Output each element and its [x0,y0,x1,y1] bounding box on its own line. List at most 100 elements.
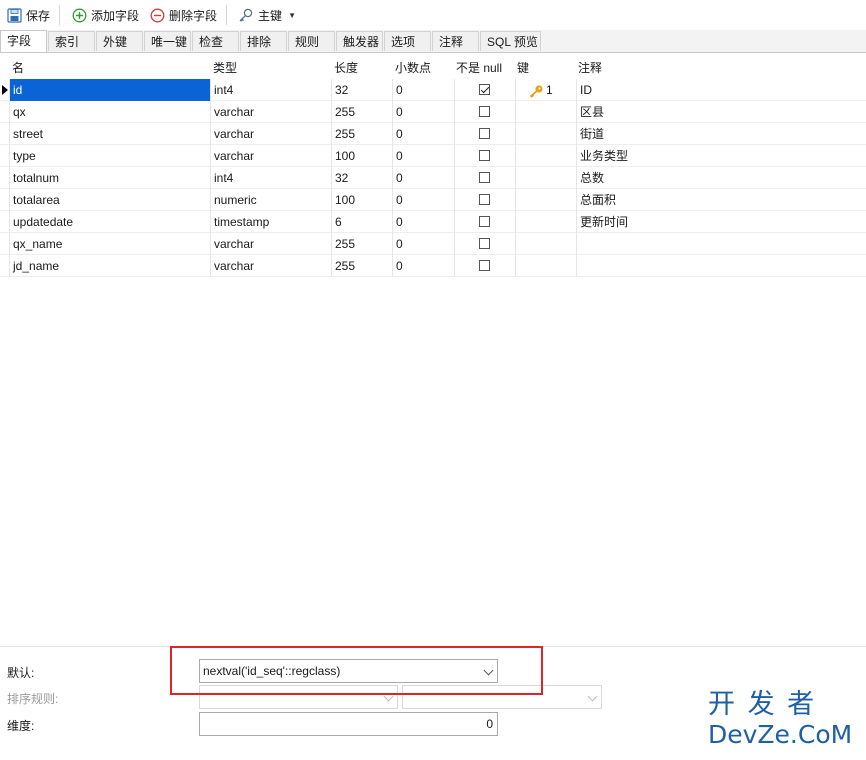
cell-key[interactable] [515,101,576,123]
not-null-checkbox[interactable] [479,238,490,249]
cell-type[interactable]: varchar [210,123,332,145]
not-null-checkbox[interactable] [479,106,490,117]
not-null-checkbox[interactable] [479,260,490,271]
table-row[interactable]: totalarea numeric 100 0 总面积 [0,189,866,211]
not-null-checkbox[interactable] [479,84,490,95]
cell-not-null[interactable] [454,79,515,101]
table-row[interactable]: jd_name varchar 255 0 [0,255,866,277]
cell-type[interactable]: int4 [210,79,332,101]
table-row[interactable]: totalnum int4 32 0 总数 [0,167,866,189]
column-header-decimals[interactable]: 小数点 [395,57,453,79]
cell-comment[interactable]: 总面积 [576,189,866,211]
tab-options[interactable]: 选项 [384,31,431,51]
chevron-down-icon[interactable]: ▼ [288,11,296,20]
table-row[interactable]: updatedate timestamp 6 0 更新时间 [0,211,866,233]
column-header-key[interactable]: 键 [517,57,575,79]
delete-field-button[interactable]: 删除字段 [145,3,221,27]
cell-name[interactable]: jd_name [9,255,210,277]
cell-decimals[interactable]: 0 [392,123,454,145]
column-header-length[interactable]: 长度 [334,57,392,79]
cell-comment[interactable]: ID [576,79,866,101]
cell-decimals[interactable]: 0 [392,189,454,211]
table-row[interactable]: street varchar 255 0 街道 [0,123,866,145]
chevron-down-icon[interactable] [587,691,598,702]
cell-decimals[interactable]: 0 [392,255,454,277]
table-row[interactable]: type varchar 100 0 业务类型 [0,145,866,167]
cell-key[interactable]: 1 [515,79,576,101]
cell-length[interactable]: 100 [331,189,392,211]
cell-not-null[interactable] [454,233,515,255]
cell-name[interactable]: type [9,145,210,167]
cell-decimals[interactable]: 0 [392,233,454,255]
cell-decimals[interactable]: 0 [392,101,454,123]
cell-length[interactable]: 100 [331,145,392,167]
cell-type[interactable]: varchar [210,101,332,123]
cell-length[interactable]: 255 [331,123,392,145]
table-row[interactable]: qx varchar 255 0 区县 [0,101,866,123]
cell-length[interactable]: 255 [331,101,392,123]
cell-key[interactable] [515,233,576,255]
not-null-checkbox[interactable] [479,128,490,139]
cell-comment[interactable]: 总数 [576,167,866,189]
cell-length[interactable]: 6 [331,211,392,233]
cell-comment[interactable]: 更新时间 [576,211,866,233]
tab-comments[interactable]: 注释 [432,31,479,51]
primary-key-button[interactable]: 主键 ▼ [234,3,300,27]
column-header-not-null[interactable]: 不是 null [456,57,514,79]
cell-comment[interactable]: 区县 [576,101,866,123]
cell-comment[interactable]: 街道 [576,123,866,145]
cell-type[interactable]: varchar [210,255,332,277]
cell-comment[interactable] [576,255,866,277]
cell-key[interactable] [515,145,576,167]
cell-not-null[interactable] [454,123,515,145]
cell-name[interactable]: updatedate [9,211,210,233]
cell-length[interactable]: 32 [331,79,392,101]
cell-type[interactable]: timestamp [210,211,332,233]
tab-sql-preview[interactable]: SQL 预览 [480,31,541,51]
cell-length[interactable]: 255 [331,233,392,255]
cell-key[interactable] [515,189,576,211]
tab-triggers[interactable]: 触发器 [336,31,383,51]
cell-not-null[interactable] [454,101,515,123]
cell-key[interactable] [515,255,576,277]
save-button[interactable]: 保存 [2,3,54,27]
not-null-checkbox[interactable] [479,194,490,205]
tab-checks[interactable]: 检查 [192,31,239,51]
cell-decimals[interactable]: 0 [392,211,454,233]
table-row[interactable]: id int4 32 0 1 ID [0,79,866,101]
cell-name[interactable]: qx [9,101,210,123]
column-header-comment[interactable]: 注释 [578,57,698,79]
cell-not-null[interactable] [454,145,515,167]
cell-type[interactable]: varchar [210,145,332,167]
cell-name[interactable]: totalarea [9,189,210,211]
tab-indexes[interactable]: 索引 [48,31,95,51]
add-field-button[interactable]: 添加字段 [67,3,143,27]
cell-type[interactable]: int4 [210,167,332,189]
tab-unique-keys[interactable]: 唯一键 [144,31,191,51]
cell-type[interactable]: varchar [210,233,332,255]
table-row[interactable]: qx_name varchar 255 0 [0,233,866,255]
not-null-checkbox[interactable] [479,150,490,161]
cell-key[interactable] [515,123,576,145]
cell-name[interactable]: totalnum [9,167,210,189]
cell-decimals[interactable]: 0 [392,79,454,101]
cell-name[interactable]: id [9,79,210,101]
tab-excludes[interactable]: 排除 [240,31,287,51]
cell-not-null[interactable] [454,167,515,189]
cell-not-null[interactable] [454,255,515,277]
dimension-input[interactable]: 0 [199,712,498,736]
cell-type[interactable]: numeric [210,189,332,211]
cell-name[interactable]: street [9,123,210,145]
cell-length[interactable]: 255 [331,255,392,277]
cell-key[interactable] [515,211,576,233]
cell-not-null[interactable] [454,189,515,211]
cell-name[interactable]: qx_name [9,233,210,255]
column-header-type[interactable]: 类型 [213,57,331,79]
cell-decimals[interactable]: 0 [392,167,454,189]
not-null-checkbox[interactable] [479,172,490,183]
tab-foreign-keys[interactable]: 外键 [96,31,143,51]
tab-fields[interactable]: 字段 [0,30,47,52]
tab-rules[interactable]: 规则 [288,31,335,51]
cell-comment[interactable] [576,233,866,255]
cell-decimals[interactable]: 0 [392,145,454,167]
